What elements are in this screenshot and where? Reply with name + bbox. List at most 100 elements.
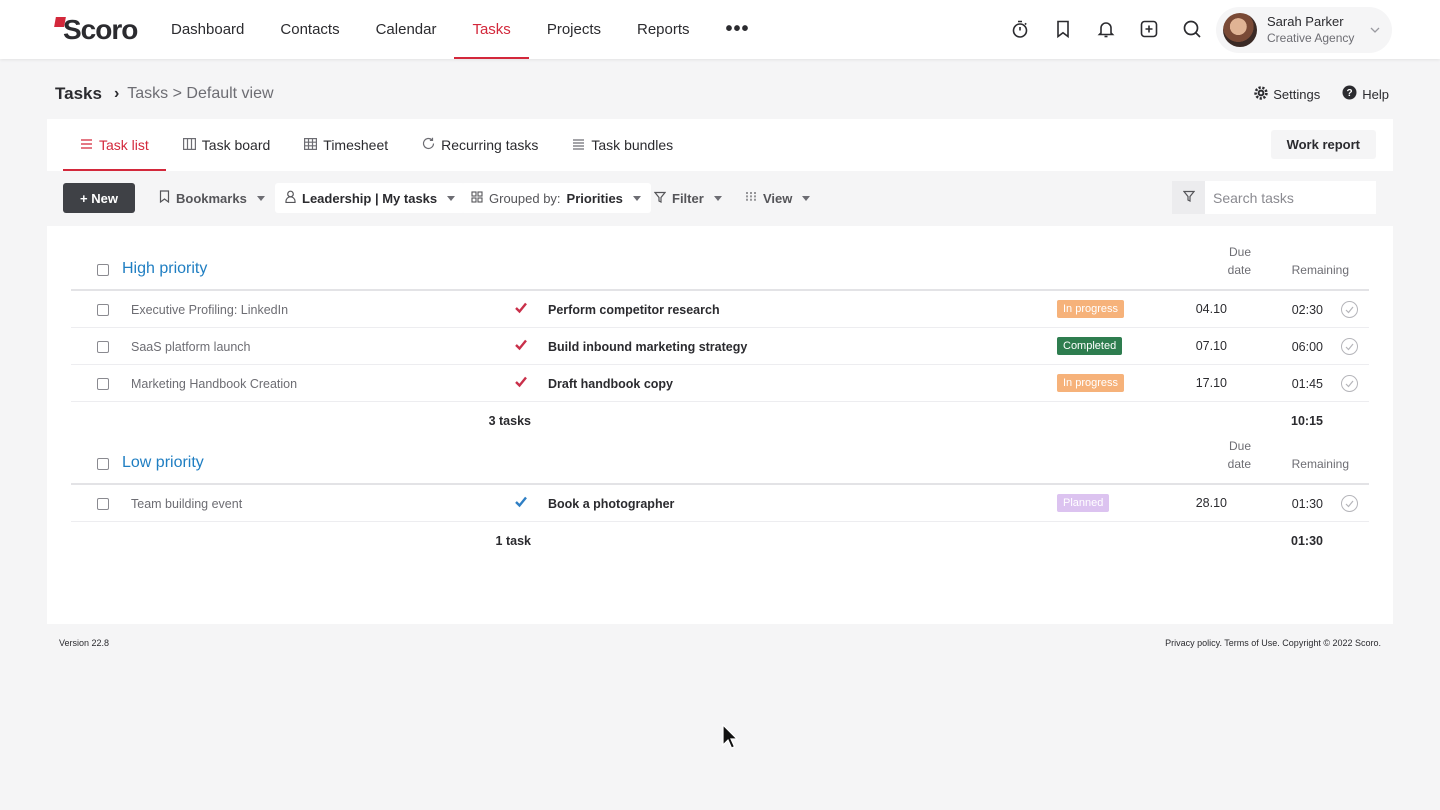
grouped-value: Priorities xyxy=(566,190,623,206)
status-badge[interactable]: Completed xyxy=(1057,337,1123,355)
page-title[interactable]: Tasks xyxy=(55,84,102,104)
refresh-icon xyxy=(422,137,435,153)
table-row[interactable]: SaaS platform launch Build inbound marke… xyxy=(71,328,1369,365)
remaining-column-header[interactable]: Remaining xyxy=(1259,261,1349,279)
task-name[interactable]: Perform competitor research xyxy=(548,303,720,317)
group-low-priority: Low priority Due date Remaining Team bui… xyxy=(71,437,1369,558)
user-name: Sarah Parker xyxy=(1267,14,1344,29)
task-count: 3 tasks xyxy=(488,414,531,428)
due-date-column-header[interactable]: Due date xyxy=(1191,243,1251,279)
nav-projects[interactable]: Projects xyxy=(529,0,619,59)
tab-task-list[interactable]: Task list xyxy=(63,119,166,171)
group-select-checkbox[interactable] xyxy=(97,264,109,276)
caret-down-icon xyxy=(256,195,265,201)
nav-more-button[interactable]: ••• xyxy=(708,0,768,59)
tab-timesheet[interactable]: Timesheet xyxy=(287,119,405,171)
complete-task-button[interactable] xyxy=(1341,301,1358,318)
top-icon-group xyxy=(1008,17,1204,41)
due-line2: date xyxy=(1227,457,1251,471)
project-name[interactable]: Team building event xyxy=(131,497,242,511)
nav-calendar[interactable]: Calendar xyxy=(358,0,455,59)
nav-tasks[interactable]: Tasks xyxy=(454,0,530,59)
status-badge[interactable]: Planned xyxy=(1057,494,1110,512)
logo-text: Scoro xyxy=(63,14,138,45)
table-row[interactable]: Marketing Handbook Creation Draft handbo… xyxy=(71,365,1369,402)
priority-check-icon[interactable] xyxy=(515,375,527,393)
row-checkbox[interactable] xyxy=(97,378,109,390)
priority-check-icon[interactable] xyxy=(515,338,527,356)
remaining-column-header[interactable]: Remaining xyxy=(1259,455,1349,473)
search-tasks-input[interactable] xyxy=(1205,181,1376,214)
tab-task-bundles[interactable]: Task bundles xyxy=(555,119,690,171)
breadcrumb-path: Tasks > Default view xyxy=(127,85,274,102)
task-name[interactable]: Draft handbook copy xyxy=(548,377,673,391)
remaining-total: 10:15 xyxy=(1291,414,1323,428)
task-name[interactable]: Book a photographer xyxy=(548,497,674,511)
table-row[interactable]: Executive Profiling: LinkedIn Perform co… xyxy=(71,291,1369,328)
group-summary: 3 tasks 10:15 xyxy=(71,402,1369,438)
tab-task-board[interactable]: Task board xyxy=(166,119,287,171)
due-date: 04.10 xyxy=(1195,302,1227,316)
bell-icon[interactable] xyxy=(1094,17,1118,41)
tab-label: Timesheet xyxy=(323,137,389,153)
filter-dropdown[interactable]: Filter xyxy=(644,183,732,213)
remaining-total: 01:30 xyxy=(1291,534,1323,548)
task-count: 1 task xyxy=(495,534,531,548)
group-header: High priority Due date Remaining xyxy=(71,243,1369,291)
view-dropdown[interactable]: View xyxy=(735,183,820,213)
board-icon xyxy=(182,137,196,153)
scope-dropdown[interactable]: Leadership | My tasks xyxy=(275,183,466,213)
search-filter-button[interactable] xyxy=(1172,181,1205,214)
chevron-down-icon xyxy=(1370,24,1380,36)
project-name[interactable]: Marketing Handbook Creation xyxy=(131,377,297,391)
task-list-card: Task list Task board Timesheet Recurring… xyxy=(47,119,1393,624)
caret-down-icon xyxy=(802,195,811,201)
row-checkbox[interactable] xyxy=(97,498,109,510)
priority-check-icon[interactable] xyxy=(515,301,527,319)
row-checkbox[interactable] xyxy=(97,341,109,353)
avatar xyxy=(1223,13,1257,47)
tab-recurring-tasks[interactable]: Recurring tasks xyxy=(405,119,555,171)
due-date: 07.10 xyxy=(1195,339,1227,353)
tab-label: Recurring tasks xyxy=(441,137,539,153)
group-title[interactable]: High priority xyxy=(122,260,207,278)
settings-link[interactable]: Settings xyxy=(1254,85,1320,103)
nav-dashboard[interactable]: Dashboard xyxy=(153,0,262,59)
due-date-column-header[interactable]: Due date xyxy=(1191,437,1251,473)
bookmarks-label: Bookmarks xyxy=(176,190,247,206)
complete-task-button[interactable] xyxy=(1341,338,1358,355)
breadcrumb-separator: › xyxy=(113,85,120,102)
remaining-time: 01:30 xyxy=(1291,497,1323,511)
bookmark-icon[interactable] xyxy=(1051,17,1075,41)
search-icon[interactable] xyxy=(1180,17,1204,41)
scoro-logo[interactable]: Scoro xyxy=(54,14,138,45)
status-badge[interactable]: In progress xyxy=(1057,300,1125,318)
grouped-by-dropdown[interactable]: Grouped by: Priorities xyxy=(461,183,651,213)
nav-contacts[interactable]: Contacts xyxy=(262,0,357,59)
user-menu[interactable]: Sarah Parker Creative Agency xyxy=(1216,7,1392,53)
work-report-button[interactable]: Work report xyxy=(1270,130,1376,159)
tab-label: Task board xyxy=(201,137,271,153)
priority-check-icon[interactable] xyxy=(515,495,527,513)
group-title[interactable]: Low priority xyxy=(122,454,204,472)
footer-legal-links[interactable]: Privacy policy. Terms of Use. Copyright … xyxy=(1165,638,1381,648)
task-name[interactable]: Build inbound marketing strategy xyxy=(548,340,747,354)
row-checkbox[interactable] xyxy=(97,304,109,316)
nav-reports[interactable]: Reports xyxy=(619,0,708,59)
timer-icon[interactable] xyxy=(1008,17,1032,41)
complete-task-button[interactable] xyxy=(1341,495,1358,512)
help-link[interactable]: ? Help xyxy=(1342,85,1389,103)
bookmarks-dropdown[interactable]: Bookmarks xyxy=(149,183,275,213)
status-badge[interactable]: In progress xyxy=(1057,374,1125,392)
new-task-button[interactable]: + New xyxy=(63,183,135,213)
toolbar: + New Bookmarks Leadership | My tasks Gr… xyxy=(47,171,1393,226)
project-name[interactable]: SaaS platform launch xyxy=(131,340,251,354)
complete-task-button[interactable] xyxy=(1341,375,1358,392)
due-line1: Due xyxy=(1228,439,1251,453)
group-select-checkbox[interactable] xyxy=(97,458,109,470)
view-label: View xyxy=(763,190,793,206)
table-row[interactable]: Team building event Book a photographer … xyxy=(71,485,1369,522)
due-line1: Due xyxy=(1228,245,1251,259)
add-square-icon[interactable] xyxy=(1137,17,1161,41)
project-name[interactable]: Executive Profiling: LinkedIn xyxy=(131,303,288,317)
